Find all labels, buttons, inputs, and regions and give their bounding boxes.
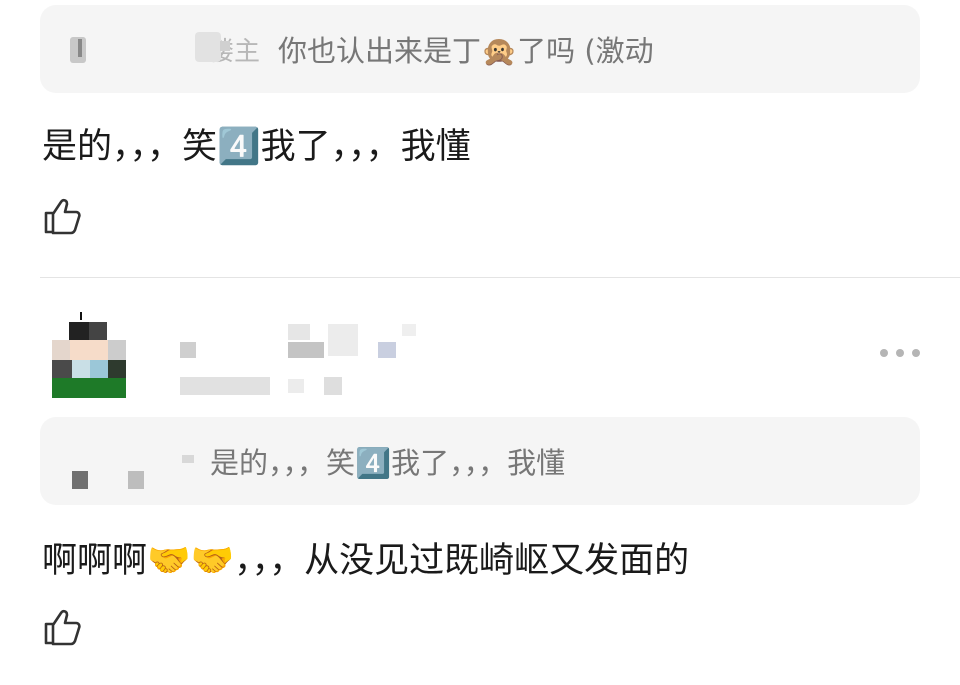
- more-dots-icon: [896, 349, 904, 357]
- reply-text: 啊啊啊🤝🤝，，，从没见过既崎岖又发面的: [42, 541, 690, 581]
- more-dots-icon: [912, 349, 920, 357]
- thumbs-up-icon: [44, 198, 81, 235]
- username-blurred[interactable]: [180, 322, 420, 362]
- quoted-text: 你也认出来是丁🙊了吗 (激动: [278, 34, 654, 68]
- like-button[interactable]: [42, 195, 84, 237]
- quoted-comment-1[interactable]: 楼主 你也认出来是丁🙊了吗 (激动: [40, 5, 920, 93]
- quoted-text: 是的，，，笑4️⃣我了，，，我懂: [210, 446, 566, 480]
- thumbs-up-icon: [44, 609, 81, 646]
- like-button[interactable]: [42, 606, 84, 648]
- quoted-user-blurred: [70, 441, 220, 489]
- timestamp-blurred: [180, 377, 360, 397]
- more-options-button[interactable]: [880, 343, 920, 363]
- more-dots-icon: [880, 349, 888, 357]
- divider: [40, 277, 960, 278]
- reply-text: 是的，，，笑4️⃣我了，，，我懂: [42, 127, 471, 167]
- quoted-user-blurred: [70, 29, 230, 69]
- quoted-comment-2[interactable]: 是的，，，笑4️⃣我了，，，我懂: [40, 417, 920, 505]
- avatar[interactable]: [52, 312, 128, 398]
